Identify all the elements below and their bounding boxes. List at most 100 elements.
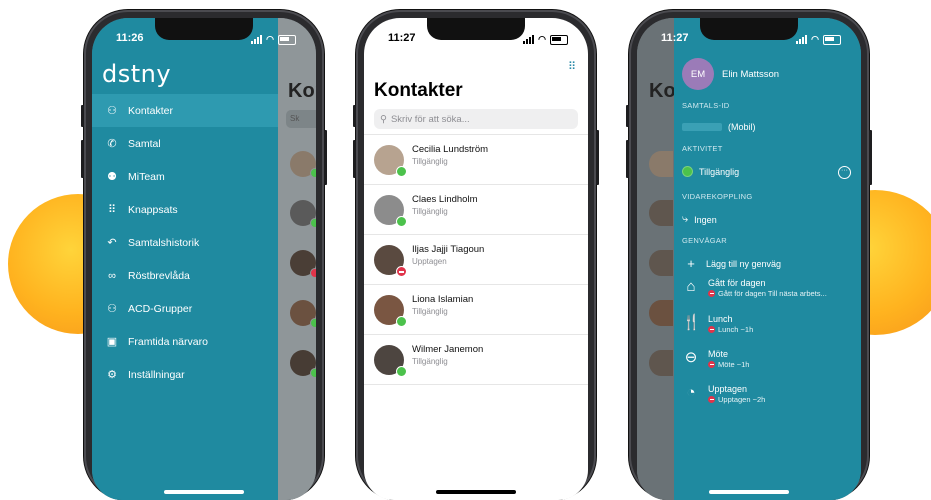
page-title: Kontakter (374, 80, 463, 101)
nav-item-0[interactable]: ⚇ Kontakter (92, 94, 278, 127)
cutlery-icon: 🍴 (682, 314, 701, 331)
nav-item-8[interactable]: ⚙ Inställningar (92, 358, 278, 391)
available-status-icon (396, 216, 407, 227)
gear-icon: ⚙ (107, 369, 117, 381)
contact-row[interactable]: Claes Lindholm Tillgänglig (364, 184, 588, 234)
peek-avatar (649, 151, 673, 177)
side-button (353, 105, 356, 127)
contacts-peek[interactable]: Ko (637, 18, 676, 500)
shortcut-item[interactable]: 🍴 Lunch Lunch ~1h (682, 314, 753, 334)
contact-row[interactable]: Wilmer Janemon Tillgänglig (364, 334, 588, 385)
contact-status: Upptagen (412, 257, 447, 266)
shortcut-item[interactable]: ◔ Upptagen Upptagen ~2h (682, 384, 765, 404)
nav-list: ⚇ Kontakter ✆ Samtal ⚉ MiTeam ⠿ Knappsats ↶ Samta… (92, 94, 278, 391)
contact-name: Cecilia Lundström (412, 144, 489, 155)
avatar[interactable]: EM (682, 58, 714, 90)
screen: 11:27 ◠ ⠿ Kontakter ⚲ Skriv för att söka… (364, 18, 588, 500)
nav-item-1[interactable]: ✆ Samtal (92, 127, 278, 160)
activity-row[interactable]: Tillgänglig (682, 166, 739, 177)
nav-item-label: Framtida närvaro (128, 335, 208, 348)
call-id-suffix: (Mobil) (728, 122, 756, 132)
side-button (81, 140, 84, 178)
shortcut-subtitle-text: Möte ~1h (718, 360, 750, 369)
contact-row[interactable]: Cecilia Lundström Tillgänglig (364, 134, 588, 184)
nav-item-label: Kontakter (128, 104, 173, 117)
contact-name: Claes Lindholm (412, 194, 478, 205)
contacts-peek[interactable]: Kont Sk (278, 18, 316, 500)
shortcut-item[interactable]: ⌂ Gått för dagen Gått för dagen Till nästa… (682, 278, 827, 298)
nav-item-label: Samtalshistorik (128, 236, 200, 249)
forwarding-heading: VIDAREKOPPLING (682, 192, 753, 201)
home-indicator (709, 490, 789, 494)
calendar-icon: ▣ (106, 336, 118, 348)
shortcut-text: Gått för dagen Gått för dagen Till nästa … (708, 278, 827, 298)
forward-icon: ⤷ (682, 213, 689, 225)
nav-item-label: MiTeam (128, 170, 165, 183)
status-time: 11:27 (388, 32, 416, 44)
wifi-icon: ◠ (538, 34, 546, 44)
signal-wifi-battery-icons: ◠ (523, 34, 568, 45)
team-icon: ⚉ (107, 171, 117, 183)
contact-row[interactable]: Liona Islamian Tillgänglig (364, 284, 588, 334)
available-status-icon (396, 316, 407, 327)
busy-status-icon (708, 361, 715, 368)
search-placeholder: Skriv för att söka... (390, 113, 470, 125)
peek-status-dot (310, 368, 316, 378)
forwarding-row[interactable]: ⤷ Ingen (682, 213, 717, 226)
navigation-drawer: dstny ⚇ Kontakter ✆ Samtal ⚉ MiTeam ⠿ Knappsats… (92, 18, 278, 500)
shortcut-subtitle-text: Upptagen ~2h (718, 395, 766, 404)
nav-item-6[interactable]: ⚇ ACD-Grupper (92, 292, 278, 325)
more-options-icon[interactable]: ··· (838, 166, 851, 179)
contact-name: Iljas Jajji Tiagoun (412, 244, 485, 255)
shortcut-text: Möte Möte ~1h (708, 349, 749, 369)
keypad-icon[interactable]: ⠿ (568, 60, 576, 73)
home-icon: ⌂ (686, 278, 696, 295)
keypad-icon: ⠿ (107, 204, 117, 216)
nav-item-3[interactable]: ⠿ Knappsats (92, 193, 278, 226)
phone-navigation-menu: 11:26 ◠ dstny ⚇ Kontakter ✆ Samtal ⚉ MiTeam ⠿ K… (81, 10, 327, 500)
peek-avatar (649, 200, 673, 226)
side-button (626, 105, 629, 127)
available-status-icon (396, 166, 407, 177)
wifi-icon: ◠ (266, 34, 274, 44)
battery-icon (278, 34, 296, 45)
phone-contacts: 11:27 ◠ ⠿ Kontakter ⚲ Skriv för att söka… (353, 10, 599, 500)
shortcut-subtitle: Upptagen ~2h (708, 395, 765, 404)
available-status-icon (396, 366, 407, 377)
peek-avatar (649, 350, 673, 376)
home-indicator (164, 490, 244, 494)
add-shortcut-button[interactable]: + Lägg till ny genväg (682, 256, 781, 271)
side-button (626, 140, 629, 178)
status-time: 11:27 (661, 32, 689, 44)
peek-status-dot (310, 218, 316, 228)
nav-item-2[interactable]: ⚉ MiTeam (92, 160, 278, 193)
contact-status: Tillgänglig (412, 207, 448, 216)
shortcut-subtitle: Möte ~1h (708, 360, 749, 369)
person-icon: ⚇ (107, 105, 117, 117)
busy-status-icon (708, 396, 715, 403)
voicemail-icon: ∞ (108, 269, 116, 282)
nav-item-5[interactable]: ∞ Röstbrevlåda (92, 259, 278, 292)
peek-status-dot (310, 168, 316, 178)
peek-title: Ko (649, 80, 676, 102)
signal-wifi-battery-icons: ◠ (796, 34, 841, 45)
dstny-logo: dstny (102, 60, 172, 88)
peek-avatar (649, 300, 673, 326)
pie-clock-icon: ◔ (686, 384, 696, 401)
screen: 11:26 ◠ dstny ⚇ Kontakter ✆ Samtal ⚉ MiTeam ⠿ K… (92, 18, 316, 500)
call-id-value: (Mobil) (682, 122, 756, 132)
history-icon: ↶ (107, 237, 117, 249)
nav-item-7[interactable]: ▣ Framtida närvaro (92, 325, 278, 358)
search-input[interactable]: ⚲ Skriv för att söka... (374, 109, 578, 129)
contact-row[interactable]: Iljas Jajji Tiagoun Upptagen (364, 234, 588, 284)
shortcut-subtitle: Gått för dagen Till nästa arbets... (708, 289, 827, 298)
shortcut-subtitle-text: Gått för dagen Till nästa arbets... (718, 289, 827, 298)
nav-item-label: Knappsats (128, 203, 178, 216)
busy-status-icon (396, 266, 407, 277)
shortcut-item[interactable]: ⊖ Möte Möte ~1h (682, 349, 750, 369)
peek-title: Kont (288, 80, 316, 102)
contact-name: Wilmer Janemon (412, 344, 484, 355)
nav-item-4[interactable]: ↶ Samtalshistorik (92, 226, 278, 259)
shortcut-title: Lunch (708, 314, 733, 324)
call-id-heading: SAMTALS-ID (682, 101, 730, 110)
